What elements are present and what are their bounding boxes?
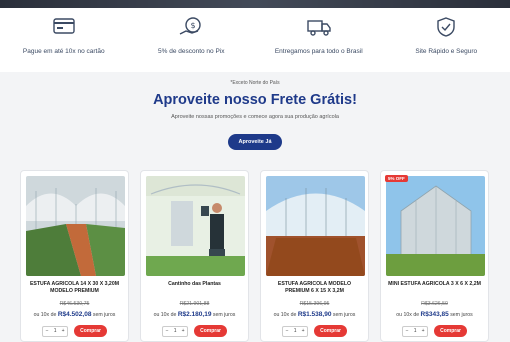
feature-text: Pague em até 10x no cartão bbox=[23, 48, 105, 55]
discount-badge: 5% OFF bbox=[385, 175, 408, 182]
installment-suffix: sem juros bbox=[450, 312, 473, 318]
installment-suffix: sem juros bbox=[333, 312, 356, 318]
installment-line: ou 10x de R$4.502,08 sem juros bbox=[21, 311, 128, 318]
feature-installments: Pague em até 10x no cartão bbox=[0, 8, 128, 72]
installment-prefix: ou 10x de bbox=[274, 312, 297, 318]
installment-value: R$2.180,19 bbox=[178, 311, 212, 318]
installment-prefix: ou 10x de bbox=[34, 312, 57, 318]
buy-row: −1+ Comprar bbox=[25, 325, 124, 337]
product-image[interactable] bbox=[146, 176, 245, 276]
discount-icon: $ bbox=[178, 16, 204, 38]
feature-security: Site Rápido e Seguro bbox=[383, 8, 510, 72]
quantity-stepper[interactable]: −1+ bbox=[42, 326, 68, 337]
product-card[interactable]: ESTUFA AGRICOLA MODELO PREMIUM 6 X 15 X … bbox=[260, 170, 369, 342]
buy-row: −1+ Comprar bbox=[145, 325, 244, 337]
feature-shipping: Entregamos para todo o Brasil bbox=[255, 8, 383, 72]
feature-pix: $ 5% de desconto no Pix bbox=[128, 8, 256, 72]
product-image[interactable] bbox=[266, 176, 365, 276]
promo-section: *Exceto Norte do País Aproveite nosso Fr… bbox=[0, 80, 510, 150]
quantity-value[interactable]: 1 bbox=[291, 328, 299, 334]
product-card[interactable]: 5% OFF MINI ESTUFA AGRICOLA 3 X 6 X 2,2M… bbox=[380, 170, 489, 342]
promo-subtitle: Aproveite nossas promoções e comece agor… bbox=[0, 114, 510, 120]
credit-card-icon bbox=[51, 16, 77, 38]
installment-line: ou 10x de R$1.538,90 sem juros bbox=[261, 311, 368, 318]
feature-text: Entregamos para todo o Brasil bbox=[275, 48, 363, 55]
buy-row: −1+ Comprar bbox=[265, 325, 364, 337]
product-card[interactable]: ESTUFA AGRICOLA 14 X 30 X 3,20M MODELO P… bbox=[20, 170, 129, 342]
buy-button[interactable]: Comprar bbox=[434, 325, 467, 337]
buy-button[interactable]: Comprar bbox=[74, 325, 107, 337]
svg-text:$: $ bbox=[191, 21, 196, 30]
quantity-value[interactable]: 1 bbox=[411, 328, 419, 334]
buy-button[interactable]: Comprar bbox=[314, 325, 347, 337]
buy-button[interactable]: Comprar bbox=[194, 325, 227, 337]
promo-title: Aproveite nosso Frete Grátis! bbox=[0, 92, 510, 108]
decrement-button[interactable]: − bbox=[283, 328, 291, 334]
installment-suffix: sem juros bbox=[213, 312, 236, 318]
installment-line: ou 10x de R$2.180,19 sem juros bbox=[141, 311, 248, 318]
quantity-value[interactable]: 1 bbox=[51, 328, 59, 334]
product-list: ESTUFA AGRICOLA 14 X 30 X 3,20M MODELO P… bbox=[20, 170, 490, 340]
installment-value: R$343,85 bbox=[421, 311, 449, 318]
product-image[interactable] bbox=[386, 176, 485, 276]
feature-text: 5% de desconto no Pix bbox=[158, 48, 225, 55]
old-price: R$21.901,88 bbox=[141, 301, 248, 307]
feature-text: Site Rápido e Seguro bbox=[415, 48, 477, 55]
quantity-stepper[interactable]: −1+ bbox=[282, 326, 308, 337]
increment-button[interactable]: + bbox=[179, 328, 187, 334]
installment-value: R$4.502,08 bbox=[58, 311, 92, 318]
decrement-button[interactable]: − bbox=[403, 328, 411, 334]
buy-row: −1+ Comprar bbox=[385, 325, 484, 337]
shield-check-icon bbox=[433, 16, 459, 38]
increment-button[interactable]: + bbox=[59, 328, 67, 334]
decrement-button[interactable]: − bbox=[43, 328, 51, 334]
installment-prefix: ou 10x de bbox=[396, 312, 419, 318]
quantity-stepper[interactable]: −1+ bbox=[402, 326, 428, 337]
installment-suffix: sem juros bbox=[93, 312, 116, 318]
product-name[interactable]: MINI ESTUFA AGRICOLA 3 X 6 X 2,2M bbox=[385, 281, 484, 288]
product-name[interactable]: ESTUFA AGRICOLA MODELO PREMIUM 6 X 15 X … bbox=[265, 281, 364, 296]
old-price: R$46.530,75 bbox=[21, 301, 128, 307]
installment-prefix: ou 10x de bbox=[154, 312, 177, 318]
installment-value: R$1.538,90 bbox=[298, 311, 332, 318]
quantity-value[interactable]: 1 bbox=[171, 328, 179, 334]
product-image[interactable] bbox=[26, 176, 125, 276]
promo-tag: *Exceto Norte do País bbox=[0, 80, 510, 86]
product-name[interactable]: Cantinho das Plantas bbox=[145, 281, 244, 288]
features-bar: Pague em até 10x no cartão $ 5% de desco… bbox=[0, 8, 510, 72]
promo-button[interactable]: Aproveite Já bbox=[228, 134, 281, 150]
old-price: R$3.626,50 bbox=[381, 301, 488, 307]
product-name[interactable]: ESTUFA AGRICOLA 14 X 30 X 3,20M MODELO P… bbox=[25, 281, 124, 296]
increment-button[interactable]: + bbox=[419, 328, 427, 334]
quantity-stepper[interactable]: −1+ bbox=[162, 326, 188, 337]
product-card[interactable]: Cantinho das Plantas R$21.901,88 ou 10x … bbox=[140, 170, 249, 342]
old-price: R$15.396,95 bbox=[261, 301, 368, 307]
installment-line: ou 10x de R$343,85 sem juros bbox=[381, 311, 488, 318]
increment-button[interactable]: + bbox=[299, 328, 307, 334]
decrement-button[interactable]: − bbox=[163, 328, 171, 334]
truck-icon bbox=[306, 16, 332, 38]
top-banner-strip bbox=[0, 0, 510, 8]
